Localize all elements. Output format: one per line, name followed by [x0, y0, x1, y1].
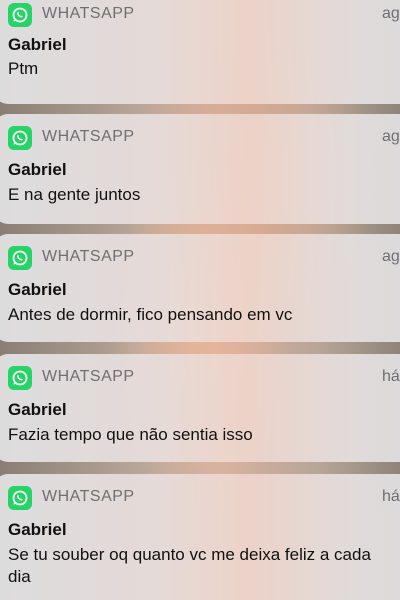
- notification-header: WHATSAPP ag: [8, 3, 400, 27]
- message-text: Se tu souber oq quanto vc me deixa feliz…: [8, 545, 371, 586]
- app-name: WHATSAPP: [42, 248, 135, 265]
- whatsapp-icon: [8, 486, 32, 510]
- notification-card[interactable]: WHATSAPP ag Gabriel Ptm: [0, 0, 400, 104]
- whatsapp-icon: [8, 246, 32, 270]
- app-name: WHATSAPP: [42, 488, 135, 505]
- notification-card[interactable]: WHATSAPP ag Gabriel Antes de dormir, fic…: [0, 234, 400, 342]
- sender-name: Gabriel: [8, 160, 67, 179]
- sender-name: Gabriel: [8, 520, 67, 539]
- app-name: WHATSAPP: [42, 5, 135, 22]
- whatsapp-icon: [8, 366, 32, 390]
- whatsapp-icon: [8, 3, 32, 27]
- sender-name: Gabriel: [8, 35, 67, 54]
- sender-name: Gabriel: [8, 280, 67, 299]
- notification-header: WHATSAPP ag: [8, 246, 400, 270]
- whatsapp-icon: [8, 126, 32, 150]
- message-text: Ptm: [8, 59, 39, 78]
- notification-header: WHATSAPP há: [8, 366, 400, 390]
- notification-stack: WHATSAPP ag Gabriel Ptm WHATSAPP ag Gabr…: [0, 0, 400, 600]
- notification-time: há: [382, 368, 400, 385]
- notification-card[interactable]: WHATSAPP há Gabriel Fazia tempo que não …: [0, 354, 400, 462]
- notification-card[interactable]: WHATSAPP ag Gabriel E na gente juntos: [0, 114, 400, 224]
- message-text: E na gente juntos: [8, 185, 141, 204]
- notification-header: WHATSAPP há: [8, 486, 400, 510]
- sender-name: Gabriel: [8, 400, 67, 419]
- message-text: Antes de dormir, fico pensando em vc: [8, 305, 293, 324]
- app-name: WHATSAPP: [42, 368, 135, 385]
- app-name: WHATSAPP: [42, 128, 135, 145]
- notification-time: há: [382, 488, 400, 505]
- message-text: Fazia tempo que não sentia isso: [8, 425, 253, 444]
- notification-header: WHATSAPP ag: [8, 126, 400, 150]
- notification-time: ag: [382, 128, 400, 145]
- notification-time: ag: [382, 5, 400, 22]
- notification-time: ag: [382, 248, 400, 265]
- notification-card[interactable]: WHATSAPP há Gabriel Se tu souber oq quan…: [0, 474, 400, 600]
